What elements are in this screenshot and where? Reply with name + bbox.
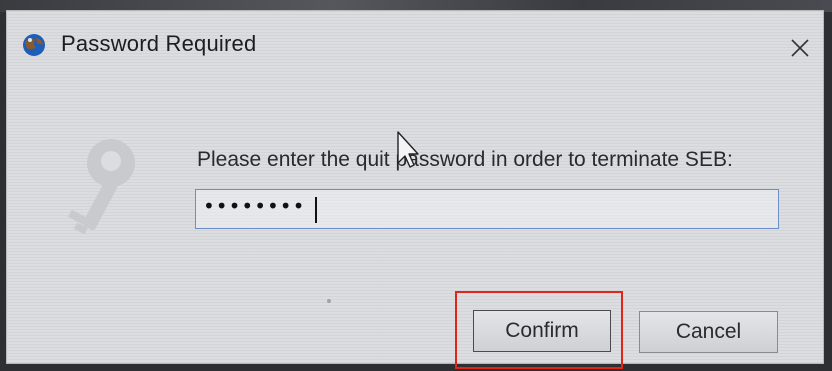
screen-smudge (327, 299, 331, 303)
text-caret (315, 197, 317, 223)
password-dialog: Password Required Please enter the quit … (6, 10, 824, 369)
password-prompt: Please enter the quit password in order … (197, 148, 733, 171)
window-title: Password Required (61, 31, 257, 56)
seb-app-icon (23, 34, 45, 56)
cancel-button[interactable]: Cancel (639, 311, 778, 353)
password-input[interactable]: •••••••• (195, 189, 779, 229)
title-bar[interactable]: Password Required (7, 11, 823, 73)
close-button[interactable] (785, 33, 815, 63)
key-icon (68, 139, 135, 235)
confirm-button[interactable]: Confirm (473, 310, 611, 352)
password-value: •••••••• (203, 194, 306, 218)
